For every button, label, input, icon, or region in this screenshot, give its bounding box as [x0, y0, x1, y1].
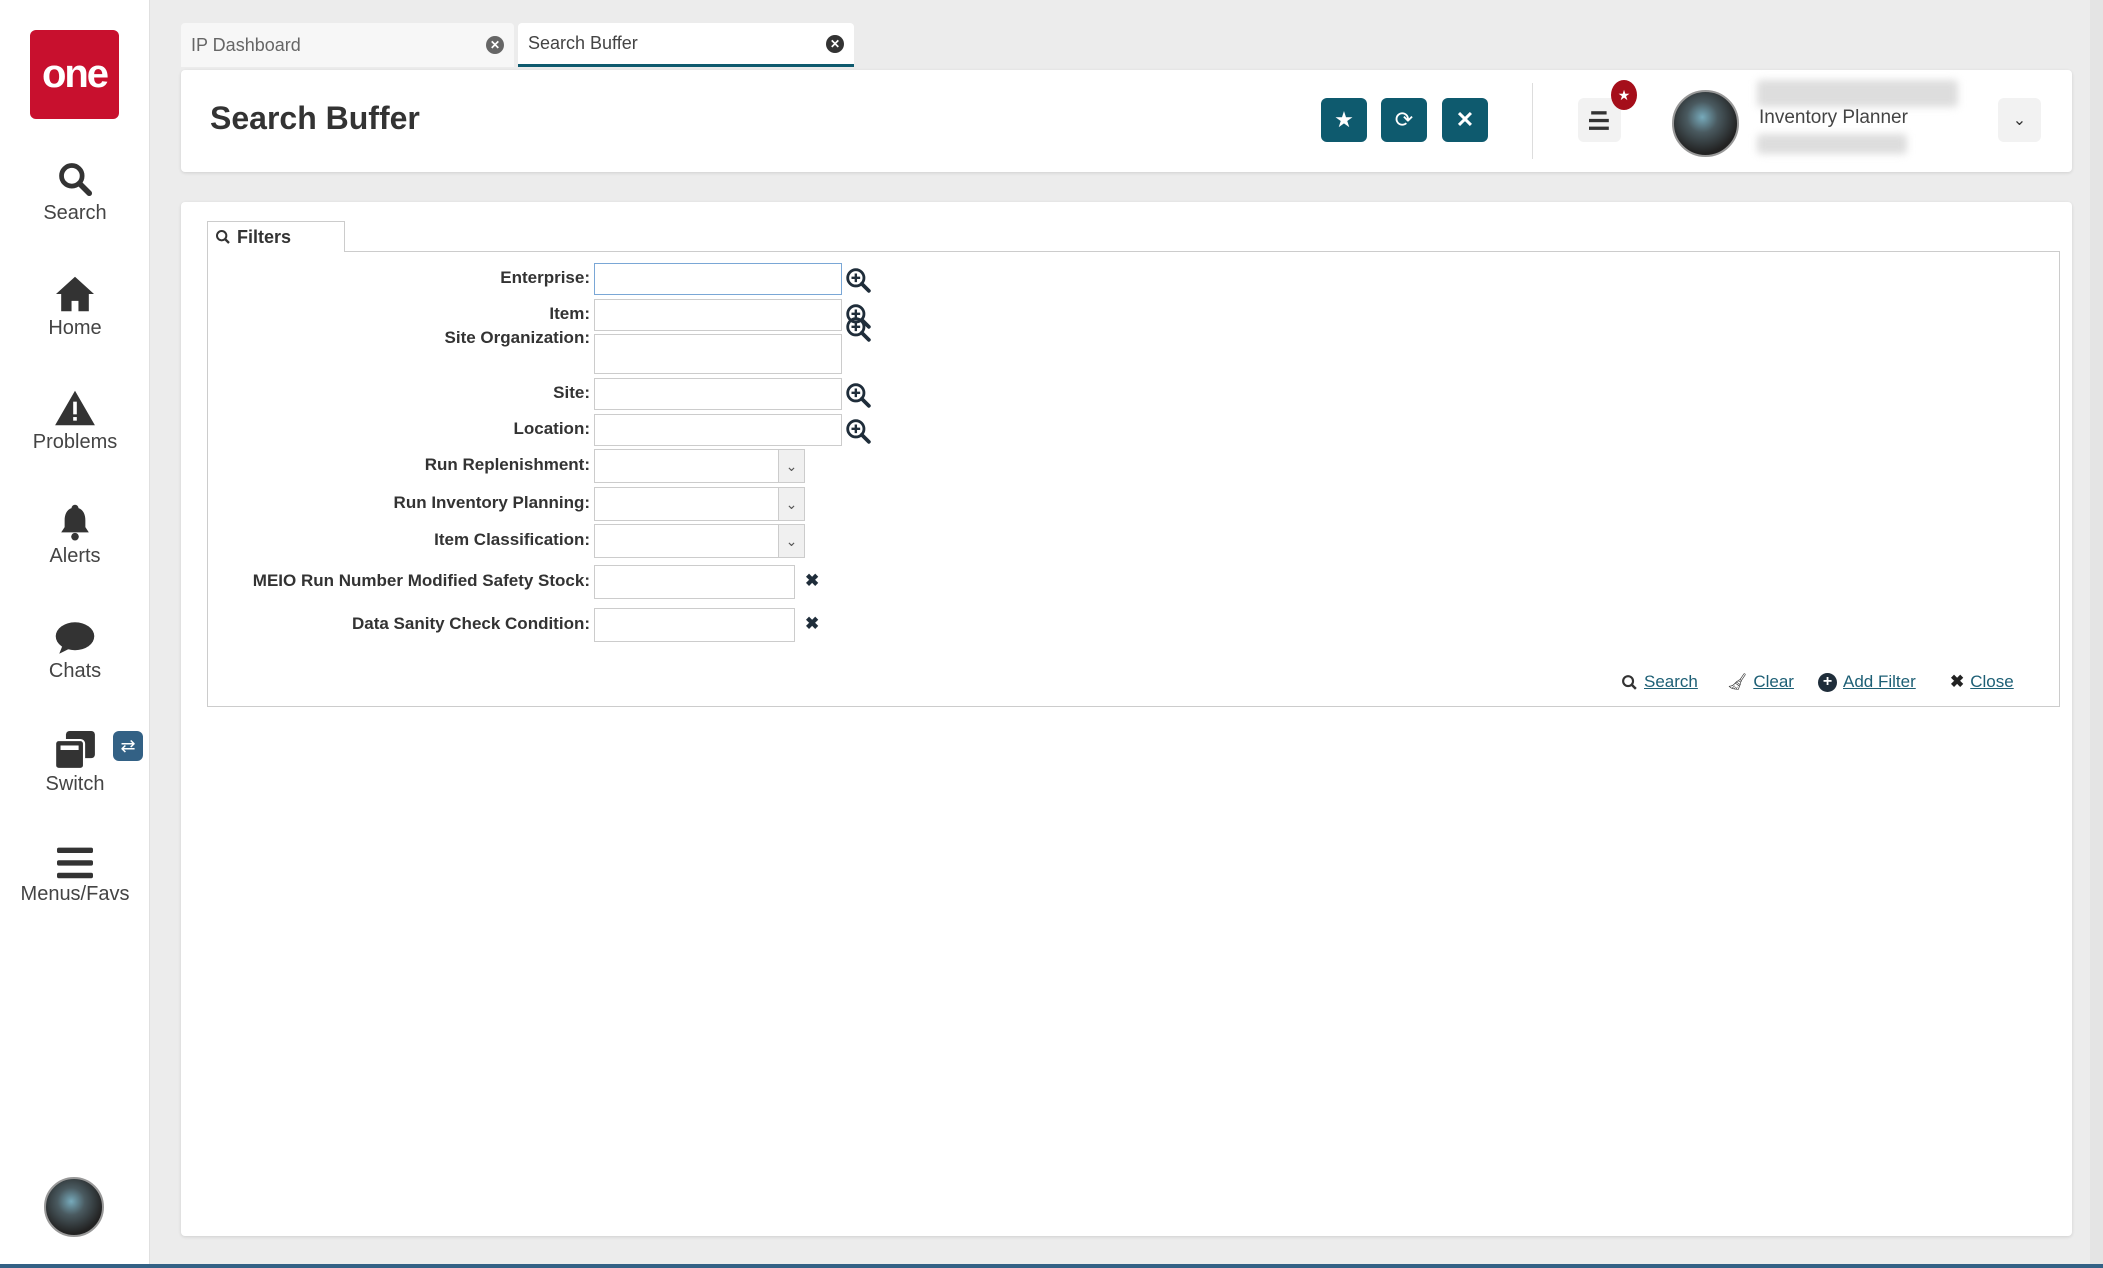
- clear-link[interactable]: Clear: [1753, 672, 1794, 692]
- tab-label: IP Dashboard: [191, 34, 301, 55]
- run-replenishment-select[interactable]: ⌄: [594, 449, 805, 483]
- search-icon: [59, 163, 93, 197]
- chat-icon: [55, 622, 95, 654]
- close-action[interactable]: ✖ Close: [1950, 672, 2014, 692]
- sidebar-item-problems[interactable]: Problems: [0, 389, 150, 454]
- refresh-button[interactable]: ⟳: [1381, 98, 1427, 142]
- sidebar-item-search[interactable]: Search: [0, 160, 150, 225]
- item-input[interactable]: [594, 299, 842, 331]
- user-avatar[interactable]: [1672, 90, 1739, 157]
- hamburger-menu-icon: [1588, 111, 1609, 130]
- user-avatar[interactable]: [44, 1177, 104, 1237]
- close-icon: ✖: [1950, 672, 1965, 691]
- site-organization-label: Site Organization:: [444, 328, 590, 347]
- refresh-icon: ⟳: [1394, 107, 1414, 132]
- chevron-down-icon: ⌄: [778, 450, 804, 482]
- tab-search-buffer[interactable]: Search Buffer ✕: [518, 23, 854, 67]
- plus-circle-icon: +: [1818, 672, 1837, 692]
- chevron-down-icon: ⌄: [2012, 112, 2027, 129]
- add-filter-link[interactable]: Add Filter: [1843, 672, 1916, 692]
- enterprise-label: Enterprise:: [500, 268, 590, 287]
- sidebar-item-label: Menus/Favs: [20, 883, 130, 905]
- warning-icon: [55, 390, 95, 426]
- sidebar: one Search Home Problems Alerts Chats Sw…: [0, 0, 150, 1268]
- location-label: Location:: [513, 419, 591, 438]
- close-link[interactable]: Close: [1970, 672, 2013, 692]
- site-input[interactable]: [594, 378, 842, 410]
- tab-label: Search Buffer: [528, 33, 638, 53]
- sidebar-item-label: Alerts: [49, 545, 101, 567]
- sidebar-item-alerts[interactable]: Alerts: [0, 503, 150, 568]
- item-classification-label: Item Classification:: [434, 530, 590, 549]
- app-logo[interactable]: one: [30, 30, 119, 119]
- sidebar-item-label: Problems: [32, 431, 118, 453]
- user-menu-dropdown[interactable]: ⌄: [1998, 98, 2041, 142]
- divider: [1532, 83, 1533, 159]
- sidebar-item-label: Chats: [48, 660, 102, 682]
- search-action[interactable]: Search: [1621, 672, 1698, 692]
- bottom-bar: [0, 1264, 2103, 1268]
- switch-arrows-icon[interactable]: ⇄: [113, 731, 143, 761]
- user-role: Inventory Planner: [1759, 107, 1908, 128]
- tab-ip-dashboard[interactable]: IP Dashboard ✕: [181, 23, 514, 67]
- run-inventory-planning-label: Run Inventory Planning:: [393, 493, 590, 512]
- lookup-zoom-icon[interactable]: [845, 418, 871, 444]
- close-page-button[interactable]: ✕: [1442, 98, 1488, 142]
- page-title: Search Buffer: [210, 100, 420, 136]
- meio-run-number-modified-safety-stock-input[interactable]: [594, 565, 795, 599]
- search-icon: [1622, 674, 1637, 690]
- sidebar-item-chats[interactable]: Chats: [0, 620, 150, 683]
- data-sanity-check-condition-label: Data Sanity Check Condition:: [351, 614, 590, 633]
- chevron-down-icon: ⌄: [778, 525, 804, 557]
- lookup-zoom-icon[interactable]: [845, 267, 871, 293]
- sidebar-item-label: Search: [43, 202, 107, 224]
- sidebar-item-menus-favs[interactable]: Menus/Favs: [0, 845, 150, 906]
- clear-field-icon[interactable]: ✖: [805, 571, 819, 591]
- close-icon: ✕: [1455, 107, 1475, 132]
- run-replenishment-label: Run Replenishment:: [424, 455, 590, 474]
- site-label: Site:: [553, 383, 590, 402]
- site-organization-input[interactable]: [594, 334, 842, 374]
- user-org-redacted: [1757, 134, 1907, 154]
- bell-icon: [61, 504, 89, 541]
- sidebar-item-home[interactable]: Home: [0, 275, 150, 340]
- favorite-button[interactable]: ★: [1321, 98, 1367, 142]
- meio-run-number-modified-safety-stock-label: MEIO Run Number Modified Safety Stock:: [252, 571, 590, 590]
- data-sanity-check-condition-input[interactable]: [594, 608, 795, 642]
- search-icon: [216, 230, 230, 244]
- lookup-zoom-icon[interactable]: [845, 382, 871, 408]
- sidebar-item-label: Home: [48, 317, 102, 339]
- home-icon: [56, 276, 94, 312]
- location-input[interactable]: [594, 414, 842, 446]
- filters-tab[interactable]: Filters: [207, 221, 345, 252]
- scrollbar[interactable]: [2090, 0, 2103, 1268]
- star-icon: ★: [1334, 107, 1354, 132]
- close-tab-icon[interactable]: ✕: [486, 36, 504, 54]
- item-label: Item:: [549, 304, 590, 323]
- clear-field-icon[interactable]: ✖: [805, 614, 819, 634]
- user-name-redacted: [1757, 80, 1958, 107]
- lookup-zoom-icon[interactable]: [845, 316, 871, 342]
- clear-action[interactable]: 🧹︎ Clear: [1727, 672, 1794, 692]
- sidebar-item-label: Switch: [45, 773, 105, 795]
- item-classification-select[interactable]: ⌄: [594, 524, 805, 558]
- broom-icon: 🧹︎: [1727, 674, 1748, 691]
- filters-tab-label: Filters: [237, 226, 292, 247]
- hamburger-menu-icon: [57, 847, 93, 879]
- favorites-badge-star-icon[interactable]: ★: [1611, 80, 1637, 110]
- close-tab-icon[interactable]: ✕: [826, 34, 844, 53]
- run-inventory-planning-select[interactable]: ⌄: [594, 487, 805, 521]
- chevron-down-icon: ⌄: [778, 488, 804, 520]
- switch-windows-icon: [55, 731, 95, 769]
- enterprise-input[interactable]: [594, 263, 842, 295]
- search-link[interactable]: Search: [1644, 672, 1698, 692]
- add-filter-action[interactable]: + Add Filter: [1818, 672, 1916, 692]
